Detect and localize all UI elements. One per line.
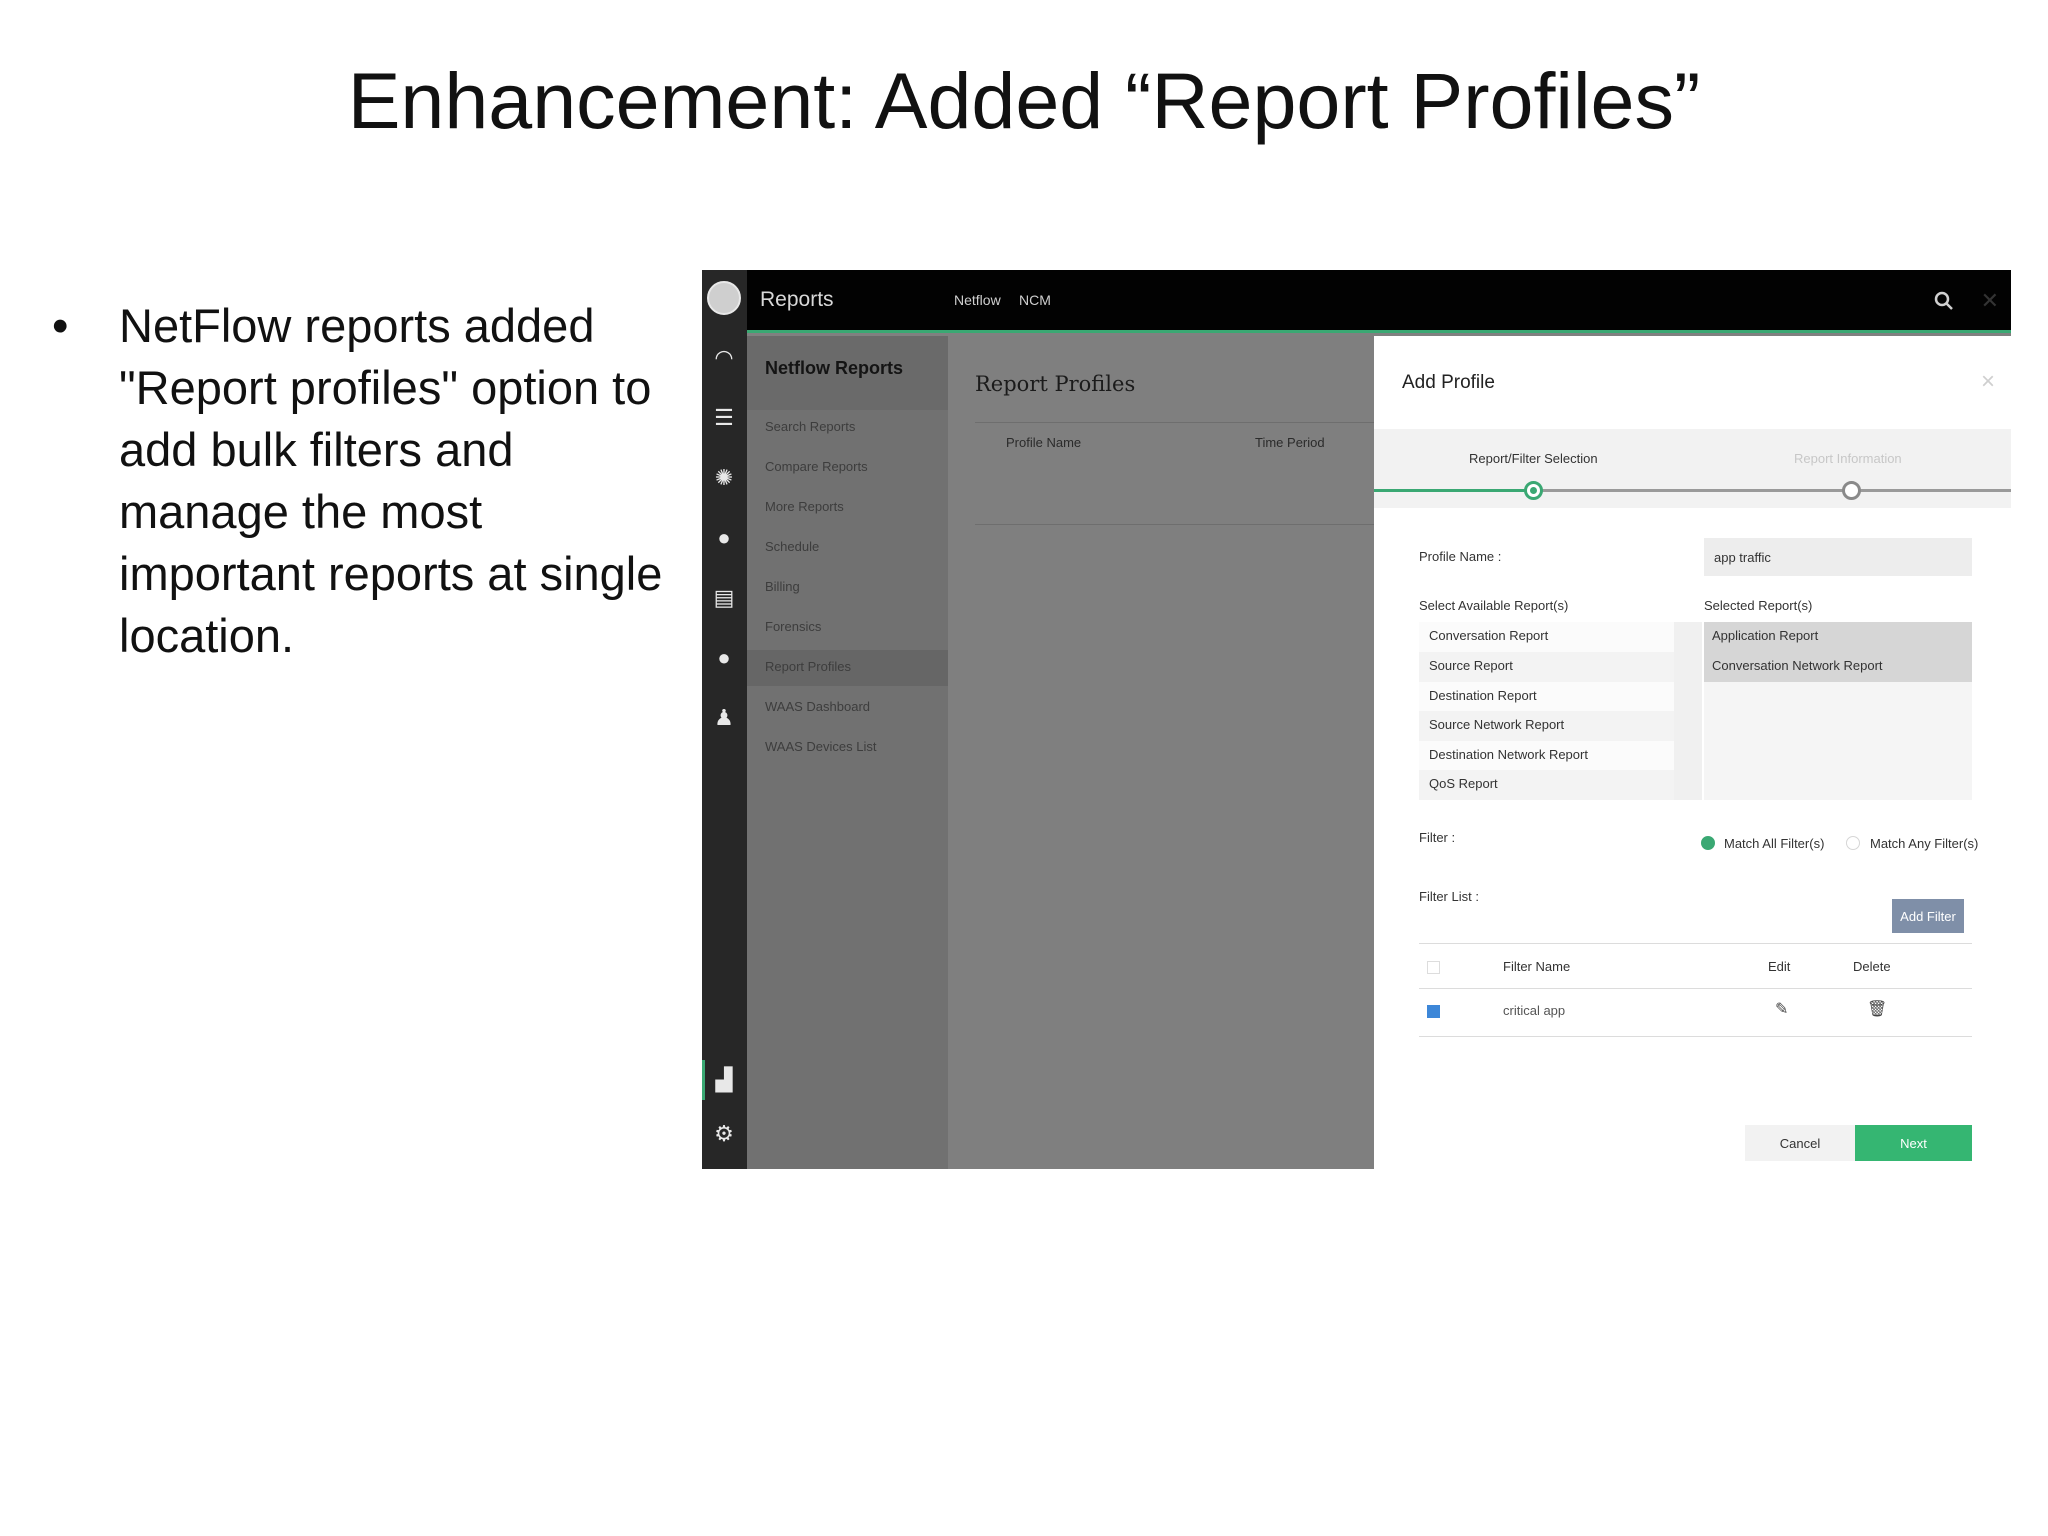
column-header-profile-name: Profile Name <box>1006 435 1082 450</box>
trash-icon[interactable]: 🗑 <box>1867 999 1887 1019</box>
edit-icon[interactable]: ✎ <box>1775 999 1788 1019</box>
profile-name-input[interactable] <box>1704 538 1972 576</box>
alarm-icon[interactable]: ✺ <box>710 464 738 492</box>
top-bar: Reports Netflow NCM ✕ <box>702 270 2011 333</box>
match-all-label: Match All Filter(s) <box>1724 836 1825 851</box>
available-reports-label: Select Available Report(s) <box>1419 598 1569 613</box>
icon-rail: ◠ ☰ ✺ ● ▤ ● ♟ ▟ ⚙ <box>702 270 747 1169</box>
nav-item-search-reports[interactable]: Search Reports <box>747 410 948 446</box>
reports-chart-icon[interactable]: ▟ <box>710 1066 738 1094</box>
page-title: Report Profiles <box>975 372 1136 396</box>
add-profile-panel: Add Profile × Report/Filter Selection Re… <box>1374 336 2011 1169</box>
panel-title: Add Profile <box>1402 372 1495 393</box>
list-item[interactable]: Destination Network Report <box>1419 741 1674 771</box>
list-item[interactable]: Application Report <box>1704 622 1972 652</box>
step-report-filter-selection[interactable]: Report/Filter Selection <box>1469 451 1598 466</box>
divider <box>975 422 1374 423</box>
list-item[interactable]: Conversation Network Report <box>1704 652 1972 682</box>
nav-item-waas-dashboard[interactable]: WAAS Dashboard <box>747 690 948 726</box>
list-item[interactable]: Source Network Report <box>1419 711 1674 741</box>
table-divider <box>1419 988 1972 989</box>
divider <box>975 524 1374 525</box>
filter-label: Filter : <box>1419 830 1456 845</box>
profile-name-label: Profile Name : <box>1419 549 1502 564</box>
tab-ncm[interactable]: NCM <box>1019 292 1051 308</box>
nav-item-schedule[interactable]: Schedule <box>747 530 948 566</box>
available-reports-list[interactable]: Conversation Report Source Report Destin… <box>1419 622 1674 800</box>
step-dot-active <box>1524 481 1543 500</box>
step-dot <box>1842 481 1861 500</box>
slide-title: Enhancement: Added “Report Profiles” <box>347 56 1701 145</box>
list-item[interactable]: Destination Report <box>1419 682 1674 712</box>
avatar[interactable] <box>707 281 741 315</box>
list-settings-icon[interactable]: ☰ <box>710 404 738 432</box>
devices-icon[interactable]: ▤ <box>710 584 738 612</box>
chat-icon[interactable]: ● <box>710 644 738 672</box>
add-filter-button[interactable]: Add Filter <box>1892 899 1964 933</box>
settings-gear-icon[interactable]: ⚙ <box>710 1120 738 1148</box>
nav-item-waas-devices-list[interactable]: WAAS Devices List <box>747 730 948 766</box>
left-nav: Netflow Reports Search Reports Compare R… <box>747 336 948 1169</box>
filter-list-label: Filter List : <box>1419 889 1479 904</box>
close-icon[interactable]: ✕ <box>1981 288 1999 314</box>
nav-item-billing[interactable]: Billing <box>747 570 948 606</box>
radio-match-any[interactable] <box>1846 836 1860 850</box>
progress-line <box>1533 489 2011 492</box>
progress-line <box>1374 489 1533 492</box>
bullet-text: NetFlow reports added "Report profiles" … <box>119 299 663 662</box>
table-divider <box>1419 1036 1972 1037</box>
next-button[interactable]: Next <box>1855 1125 1972 1161</box>
column-header-edit: Edit <box>1768 959 1791 974</box>
select-all-checkbox[interactable] <box>1427 961 1440 974</box>
column-header-time-period: Time Period <box>1255 435 1325 450</box>
close-icon[interactable]: × <box>1981 368 1995 396</box>
active-indicator <box>702 1060 705 1100</box>
filter-name-cell: critical app <box>1503 1003 1566 1018</box>
match-any-label: Match Any Filter(s) <box>1870 836 1979 851</box>
selected-reports-list[interactable]: Application Report Conversation Network … <box>1704 622 1972 800</box>
app-screenshot: Reports Netflow NCM ✕ ◠ ☰ ✺ ● ▤ ● ♟ ▟ ⚙ … <box>702 270 2011 1169</box>
nav-item-forensics[interactable]: Forensics <box>747 610 948 646</box>
row-checkbox[interactable] <box>1427 1005 1440 1018</box>
selected-reports-label: Selected Report(s) <box>1704 598 1813 613</box>
user-icon[interactable]: ♟ <box>710 704 738 732</box>
cancel-button[interactable]: Cancel <box>1745 1125 1855 1161</box>
move-buttons-strip[interactable] <box>1674 622 1702 800</box>
map-pin-icon[interactable]: ● <box>710 524 738 552</box>
list-item[interactable]: Conversation Report <box>1419 622 1674 652</box>
search-icon[interactable] <box>1933 290 1955 312</box>
radio-match-all[interactable] <box>1701 836 1715 850</box>
column-header-delete: Delete <box>1853 959 1891 974</box>
tab-netflow[interactable]: Netflow <box>954 292 1001 308</box>
nav-item-compare-reports[interactable]: Compare Reports <box>747 450 948 486</box>
list-item[interactable]: Source Report <box>1419 652 1674 682</box>
column-header-filter-name: Filter Name <box>1503 959 1571 974</box>
nav-item-report-profiles[interactable]: Report Profiles <box>747 650 948 686</box>
dashboard-icon[interactable]: ◠ <box>710 344 738 372</box>
app-title: Reports <box>760 288 834 311</box>
nav-item-more-reports[interactable]: More Reports <box>747 490 948 526</box>
nav-heading: Netflow Reports <box>747 336 948 410</box>
bullet-marker: • <box>52 299 69 352</box>
wizard-steps: Report/Filter Selection Report Informati… <box>1374 429 2011 508</box>
content-area: Report Profiles Profile Name Time Period <box>948 336 1374 1169</box>
list-item[interactable]: QoS Report <box>1419 770 1674 800</box>
step-report-information[interactable]: Report Information <box>1794 451 1902 466</box>
table-divider <box>1419 943 1972 944</box>
